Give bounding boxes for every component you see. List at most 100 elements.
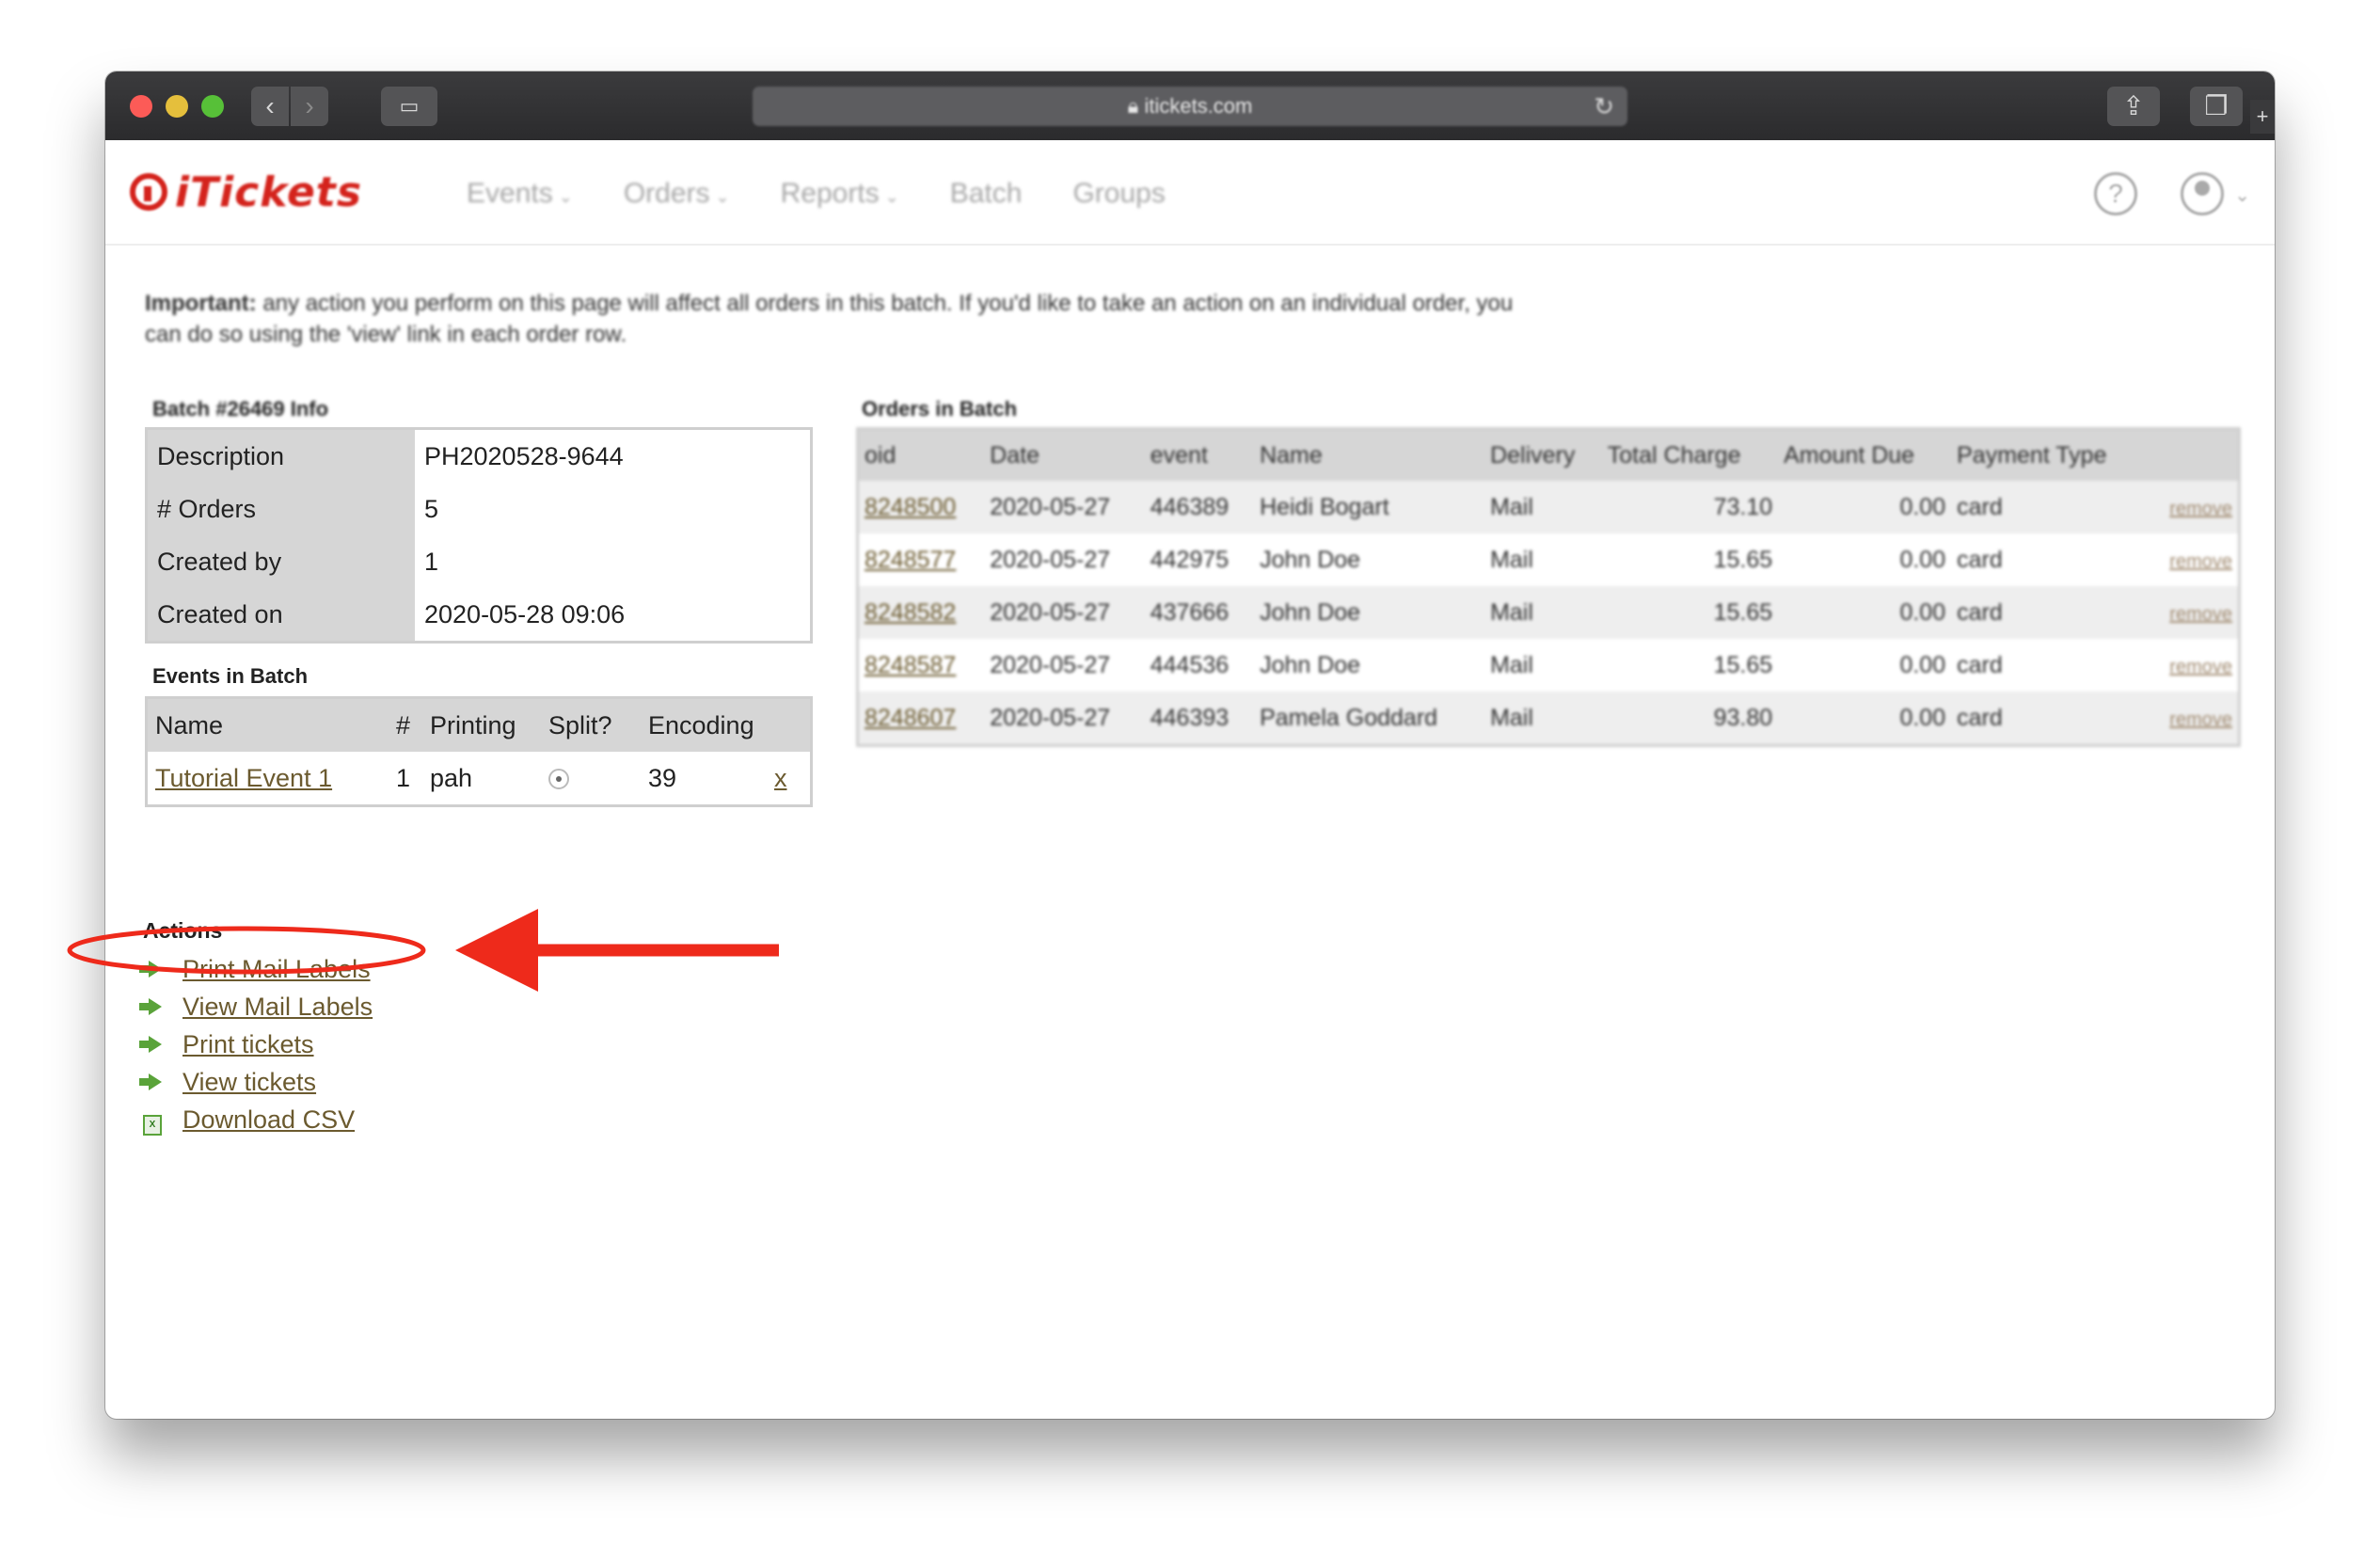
order-id-link[interactable]: 8248607 xyxy=(865,705,956,731)
batch-info-value: 5 xyxy=(415,483,812,535)
column-header: oid xyxy=(859,430,985,481)
order-id-link[interactable]: 8248577 xyxy=(865,547,956,573)
lock-icon: 🔒︎ xyxy=(1127,94,1145,118)
chevron-down-icon[interactable]: ⌄ xyxy=(2234,183,2250,207)
nav-orders[interactable]: Orders ⌄ xyxy=(624,178,730,210)
batch-info-label: Created on xyxy=(146,588,415,643)
action-item: Print tickets xyxy=(139,1025,373,1063)
remove-order-link[interactable]: remove xyxy=(2169,604,2232,625)
remove-order-link[interactable]: remove xyxy=(2169,551,2232,572)
batch-info-label: Description xyxy=(146,428,415,483)
order-total-charge: 93.80 xyxy=(1601,692,1779,744)
batch-info-value: 2020-05-28 09:06 xyxy=(415,588,812,643)
order-payment-type: card xyxy=(1951,481,2148,533)
table-cell: remove xyxy=(2147,586,2238,639)
share-icon: ⇪ xyxy=(2122,91,2145,120)
table-cell: 8248582 xyxy=(859,586,985,639)
order-name: Pamela Goddard xyxy=(1254,692,1485,744)
order-amount-due: 0.00 xyxy=(1899,651,1946,678)
order-total-charge: 73.10 xyxy=(1601,481,1779,533)
table-row: 8248607 2020-05-27 446393 Pamela Goddard Mai… xyxy=(859,692,2238,744)
order-delivery: Mail xyxy=(1484,481,1602,533)
order-amount-due: 0.00 xyxy=(1899,546,1946,573)
user-avatar-icon[interactable] xyxy=(2181,172,2224,215)
url-text: itickets.com xyxy=(1144,94,1253,118)
print-mail-labels-link[interactable]: Print Mail Labels xyxy=(182,955,371,984)
help-icon[interactable]: ? xyxy=(2094,172,2137,215)
table-cell: 8248577 xyxy=(859,533,984,586)
order-amount-due: 0.00 xyxy=(1778,481,1952,533)
browser-titlebar: ‹ › ▭ 🔒︎ itickets.com ↻ ⇪ ❐ + xyxy=(105,72,2275,140)
column-header: Total Charge xyxy=(1601,430,1779,481)
remove-order-link[interactable]: remove xyxy=(2169,499,2232,519)
close-window-button[interactable] xyxy=(130,95,152,118)
batch-info-title: Batch #26469 Info xyxy=(152,397,329,421)
address-bar[interactable]: 🔒︎ itickets.com ↻ xyxy=(753,87,1627,126)
logo-text: iTickets xyxy=(175,167,363,216)
minimize-window-button[interactable] xyxy=(166,95,188,118)
order-name: Heidi Bogart xyxy=(1254,481,1485,533)
download-csv-link[interactable]: Download CSV xyxy=(182,1105,355,1135)
orders-in-batch-title: Orders in Batch xyxy=(862,397,1018,421)
table-header-row: Name # Printing Split? Encoding xyxy=(146,697,812,752)
view-mail-labels-link[interactable]: View Mail Labels xyxy=(182,993,373,1022)
sidebar-toggle-button[interactable]: ▭ xyxy=(381,87,437,126)
table-cell: 8248500 xyxy=(859,481,985,533)
column-header: Name xyxy=(1254,430,1485,481)
nav-events[interactable]: Events ⌄ xyxy=(467,178,573,210)
back-button[interactable]: ‹ xyxy=(251,87,289,126)
sidebar-icon: ▭ xyxy=(399,94,420,118)
green-arrow-icon xyxy=(139,1035,162,1053)
maximize-window-button[interactable] xyxy=(201,95,224,118)
column-header: event xyxy=(1144,430,1255,481)
reload-icon[interactable]: ↻ xyxy=(1594,87,1614,126)
nav-reports[interactable]: Reports ⌄ xyxy=(781,178,899,210)
itickets-logo[interactable]: iTickets xyxy=(130,167,363,216)
actions-panel: Actions Print Mail Labels View Mail Labe… xyxy=(139,918,373,1138)
table-cell: remove xyxy=(2148,639,2238,692)
order-event: 446393 xyxy=(1144,692,1255,744)
orders-in-batch-table-wrap: oid Date event Name Delivery Total Charg… xyxy=(856,427,2241,747)
batch-info-value: 1 xyxy=(415,535,812,588)
order-event: 446389 xyxy=(1144,481,1255,533)
order-event: 437666 xyxy=(1144,586,1255,639)
green-arrow-icon xyxy=(139,1073,162,1090)
notice-bold: Important: xyxy=(145,291,257,316)
tabs-overview-button[interactable]: ❐ xyxy=(2190,87,2243,126)
order-event: 444536 xyxy=(1150,651,1230,678)
action-item: Print Mail Labels xyxy=(139,950,373,988)
forward-button[interactable]: › xyxy=(291,87,328,126)
notice-text: any action you perform on this page will… xyxy=(145,291,1514,347)
column-header: Encoding xyxy=(641,697,767,752)
remove-event-link[interactable]: x xyxy=(774,764,787,792)
print-tickets-link[interactable]: Print tickets xyxy=(182,1030,314,1059)
split-radio[interactable] xyxy=(548,769,569,790)
event-name-link[interactable]: Tutorial Event 1 xyxy=(155,764,332,792)
remove-order-link[interactable]: remove xyxy=(2169,657,2232,677)
nav-groups-label: Groups xyxy=(1072,178,1166,209)
table-cell: remove xyxy=(2147,692,2238,744)
nav-orders-label: Orders xyxy=(623,178,710,209)
view-tickets-link[interactable]: View tickets xyxy=(182,1068,316,1097)
column-header: Delivery xyxy=(1484,430,1602,481)
actions-title: Actions xyxy=(143,918,223,943)
order-id-link[interactable]: 8248582 xyxy=(865,599,956,626)
table-cell: 8248587 xyxy=(859,639,984,692)
important-notice: Important: any action you perform on thi… xyxy=(145,288,1537,350)
order-id-link[interactable]: 8248500 xyxy=(865,494,956,520)
nav-batch[interactable]: Batch xyxy=(950,178,1023,210)
action-item: X Download CSV xyxy=(143,1101,373,1138)
order-date: 2020-05-27 xyxy=(990,651,1111,678)
order-total-charge: 15.65 xyxy=(1713,546,1773,573)
plus-icon: + xyxy=(2256,104,2269,128)
order-id-link[interactable]: 8248587 xyxy=(865,652,956,678)
nav-groups[interactable]: Groups xyxy=(1072,178,1165,210)
share-button[interactable]: ⇪ xyxy=(2107,87,2160,126)
tabs-icon: ❐ xyxy=(2204,91,2229,120)
new-tab-button[interactable]: + xyxy=(2250,100,2275,134)
remove-order-link[interactable]: remove xyxy=(2169,709,2232,730)
table-cell: remove xyxy=(2148,533,2238,586)
nav-events-label: Events xyxy=(467,178,553,209)
table-header-row: oid Date event Name Delivery Total Charg… xyxy=(859,430,2238,481)
column-header-blank xyxy=(2147,430,2238,481)
